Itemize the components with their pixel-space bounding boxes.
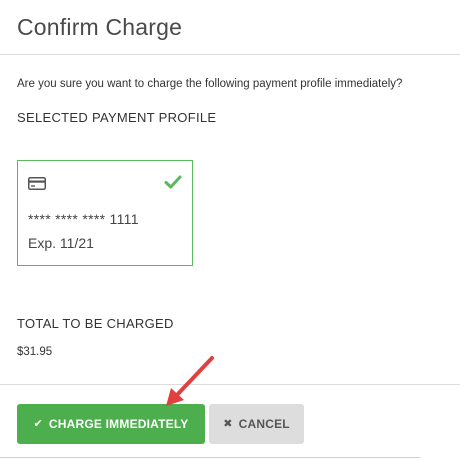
check-icon: ✔ — [33, 417, 43, 430]
dialog-title: Confirm Charge — [17, 14, 183, 40]
card-number: **** **** **** 1111 — [28, 211, 139, 227]
confirmation-prompt: Are you sure you want to charge the foll… — [17, 78, 403, 90]
credit-card-icon — [28, 177, 46, 190]
dialog-header: Confirm Charge — [0, 0, 460, 55]
confirm-charge-dialog: Confirm Charge Are you sure you want to … — [0, 0, 460, 460]
cancel-button[interactable]: ✖ CANCEL — [209, 404, 304, 444]
charge-button-label: CHARGE IMMEDIATELY — [48, 417, 189, 431]
total-amount: $31.95 — [17, 346, 53, 358]
total-label: TOTAL TO BE CHARGED — [17, 316, 174, 331]
selected-checkmark-icon — [164, 175, 182, 189]
x-icon: ✖ — [223, 417, 233, 430]
selected-profile-label: SELECTED PAYMENT PROFILE — [17, 110, 217, 125]
cancel-button-label: CANCEL — [238, 417, 290, 431]
bottom-rule — [0, 457, 420, 458]
footer-divider — [0, 384, 460, 385]
payment-profile-card[interactable]: **** **** **** 1111 Exp. 11/21 — [17, 160, 193, 266]
card-expiry: Exp. 11/21 — [28, 235, 94, 251]
red-arrow-pointer-icon — [166, 356, 214, 406]
charge-immediately-button[interactable]: ✔ CHARGE IMMEDIATELY — [17, 404, 205, 444]
